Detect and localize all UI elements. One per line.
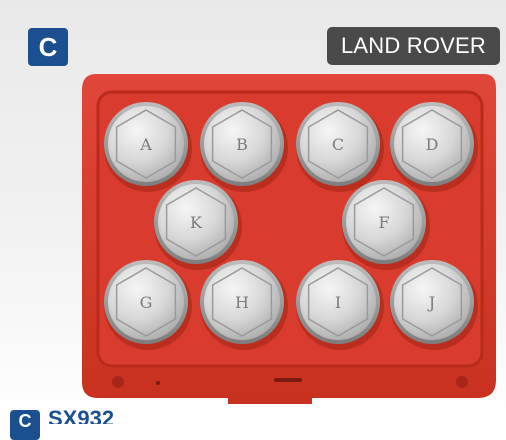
socket-label: C (332, 135, 344, 154)
socket-label: B (236, 135, 248, 154)
socket-label: K (190, 213, 203, 232)
hinge-left (112, 376, 124, 388)
latch-slot (274, 378, 302, 382)
footer-badge: C (10, 410, 40, 440)
hinge-right (456, 376, 468, 388)
footer-part-number: SX932 (48, 406, 115, 424)
socket-label: J (427, 293, 435, 312)
socket-label: I (335, 293, 341, 312)
socket-label: H (235, 293, 249, 312)
socket-label: A (139, 135, 152, 154)
dot (156, 381, 160, 385)
socket-label: G (140, 293, 153, 312)
socket-label: D (426, 135, 439, 154)
socket-label: F (378, 213, 389, 232)
product-photo: A B C D K F G H I J (82, 74, 496, 404)
